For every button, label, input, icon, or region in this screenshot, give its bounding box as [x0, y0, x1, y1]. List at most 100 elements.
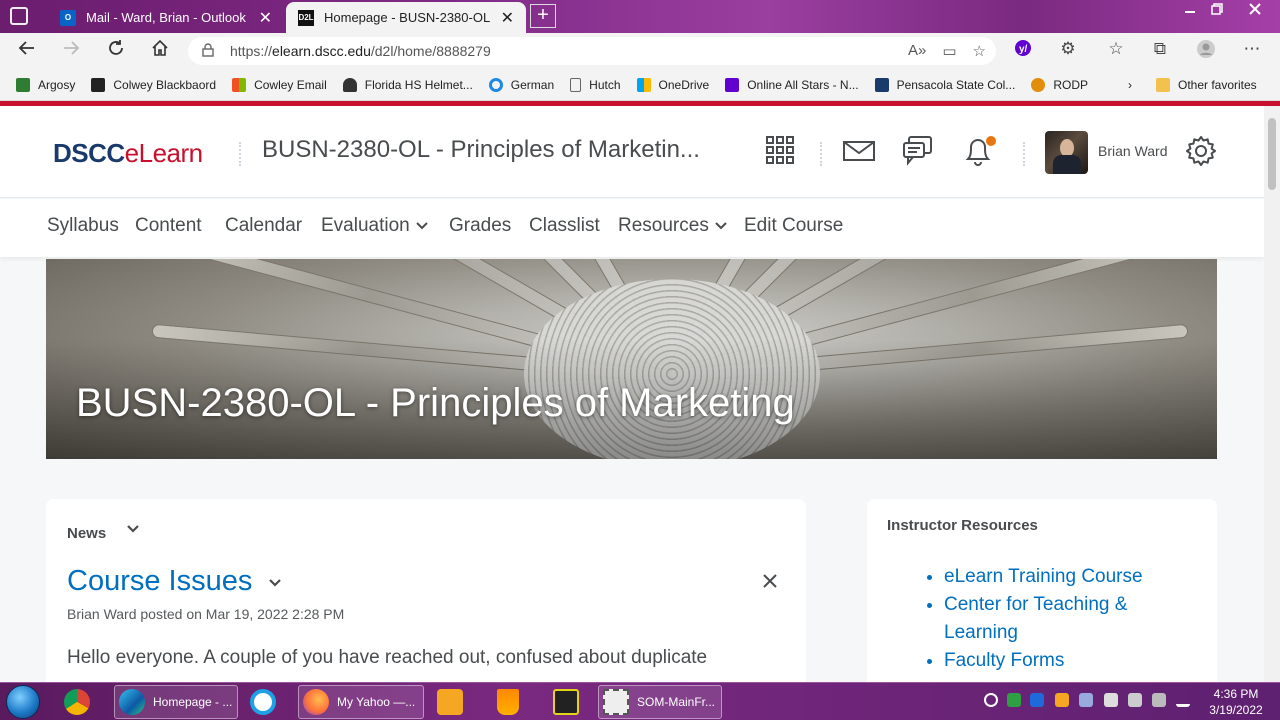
message-alerts-icon[interactable]: [901, 134, 937, 170]
scrollbar-thumb[interactable]: [1268, 118, 1276, 190]
header-divider: [1023, 142, 1025, 166]
favorite-label: Online All Stars - N...: [747, 77, 859, 92]
favorites-overflow-chevron-icon[interactable]: ›: [1128, 78, 1132, 92]
circle-icon: [488, 77, 503, 92]
chevron-down-icon: [715, 217, 727, 233]
taskbar-snip[interactable]: SOM-MainFr...: [598, 685, 722, 719]
taskbar-edge-homepage[interactable]: Homepage - ...: [114, 685, 238, 719]
news-menu-chevron-down-icon[interactable]: [126, 521, 140, 539]
tray-usb-icon[interactable]: [1152, 693, 1166, 707]
taskbar-app[interactable]: [553, 685, 587, 719]
logo-part-dscc: DSCC: [53, 138, 125, 168]
favorite-argosy[interactable]: Argosy: [16, 77, 75, 92]
favorite-german[interactable]: German: [488, 77, 554, 92]
taskbar-ie[interactable]: [250, 685, 284, 719]
link-elearn-training-course[interactable]: eLearn Training Course: [944, 563, 1174, 591]
add-favorite-icon[interactable]: ☆: [973, 42, 986, 60]
favorite-label: RODP: [1053, 77, 1088, 92]
tab-homepage[interactable]: D2L Homepage - BUSN-2380-OL - Pr ✕: [286, 2, 526, 33]
taskbar-chrome[interactable]: [64, 685, 98, 719]
close-tab-icon[interactable]: ✕: [501, 8, 514, 28]
taskbar-label: SOM-MainFr...: [637, 695, 716, 709]
immersive-reader-icon[interactable]: ▭: [942, 42, 956, 60]
favorite-label: Cowley Email: [254, 77, 327, 92]
news-headline[interactable]: Course Issues: [67, 565, 252, 598]
favorite-online-all-stars[interactable]: Online All Stars - N...: [725, 77, 859, 92]
forward-icon[interactable]: [59, 39, 83, 63]
yahoo-extension-icon[interactable]: y/: [1011, 39, 1035, 62]
page-scrollbar[interactable]: [1264, 106, 1280, 682]
collections-icon[interactable]: ⧉: [1148, 39, 1172, 59]
link-center-for-teaching[interactable]: Center for Teaching & Learning: [944, 591, 1174, 647]
nav-resources-label: Resources: [618, 215, 709, 236]
app-icon: [553, 689, 579, 715]
favorite-hutch[interactable]: Hutch: [570, 77, 621, 92]
nav-grades[interactable]: Grades: [449, 215, 511, 237]
restore-icon[interactable]: [1202, 0, 1232, 22]
address-bar[interactable]: https://elearn.dscc.edu/d2l/home/8888279…: [188, 37, 996, 65]
taskbar-firefox-yahoo[interactable]: My Yahoo —...: [298, 685, 424, 719]
mail-icon[interactable]: [842, 134, 878, 170]
news-item-chevron-down-icon[interactable]: [268, 575, 282, 593]
favorite-label: OneDrive: [658, 77, 710, 92]
dscc-elearn-logo[interactable]: DSCCeLearn: [53, 138, 203, 169]
nav-evaluation[interactable]: Evaluation: [321, 215, 428, 237]
start-button-icon[interactable]: [6, 685, 40, 719]
news-body: Hello everyone. A couple of you have rea…: [67, 647, 708, 668]
tab-outlook[interactable]: O Mail - Ward, Brian - Outlook ✕: [48, 2, 284, 33]
course-selector-grid-icon[interactable]: [764, 134, 800, 170]
header-divider: [239, 142, 241, 166]
avatar[interactable]: [1045, 131, 1088, 174]
settings-gear-icon[interactable]: [1184, 134, 1220, 170]
instructor-resources-label: Instructor Resources: [887, 517, 1038, 534]
taskbar-vlc[interactable]: [497, 685, 527, 719]
favorites-icon[interactable]: ☆: [1104, 39, 1128, 59]
back-icon[interactable]: [15, 39, 39, 63]
extensions-icon[interactable]: ⚙: [1056, 39, 1080, 59]
new-tab-button[interactable]: +: [530, 4, 556, 28]
nav-resources[interactable]: Resources: [618, 215, 727, 237]
helmet-icon: [342, 77, 357, 92]
user-name[interactable]: Brian Ward: [1098, 143, 1168, 159]
other-favorites[interactable]: Other favorites: [1155, 77, 1257, 92]
tray-check-icon[interactable]: [1007, 693, 1021, 707]
dismiss-news-close-icon[interactable]: [762, 569, 778, 595]
tray-network-icon[interactable]: [1079, 693, 1093, 707]
tab-actions-icon[interactable]: [10, 7, 28, 25]
nav-classlist[interactable]: Classlist: [529, 215, 600, 237]
home-icon[interactable]: [148, 39, 172, 63]
refresh-icon[interactable]: [104, 39, 128, 63]
profile-icon[interactable]: [1194, 39, 1218, 64]
page-icon: [570, 77, 582, 92]
course-title[interactable]: BUSN-2380-OL - Principles of Marketin...: [262, 136, 732, 164]
more-menu-icon[interactable]: ⋯: [1240, 39, 1264, 59]
tray-app-icon[interactable]: [1055, 693, 1069, 707]
favorite-cowley-email[interactable]: Cowley Email: [232, 77, 327, 92]
tray-circle-icon[interactable]: [984, 693, 998, 707]
tab-title: Mail - Ward, Brian - Outlook: [86, 10, 246, 25]
close-tab-icon[interactable]: ✕: [259, 8, 272, 28]
close-window-icon[interactable]: [1240, 0, 1270, 22]
instructor-resources-widget: Instructor Resources eLearn Training Cou…: [867, 499, 1217, 682]
favorite-onedrive[interactable]: OneDrive: [636, 77, 710, 92]
tray-gmail-icon[interactable]: [1030, 693, 1044, 707]
nav-syllabus[interactable]: Syllabus: [47, 215, 119, 237]
lock-icon[interactable]: [202, 42, 216, 60]
favorite-rodp[interactable]: RODP: [1031, 77, 1088, 92]
tray-signal-icon[interactable]: [1176, 693, 1190, 707]
chevron-down-icon: [416, 217, 428, 233]
header-divider: [820, 142, 822, 166]
tray-volume-icon[interactable]: [1128, 693, 1142, 707]
nav-edit-course[interactable]: Edit Course: [744, 215, 843, 237]
tray-battery-icon[interactable]: [1104, 693, 1118, 707]
favorite-pensacola[interactable]: Pensacola State Col...: [874, 77, 1015, 92]
read-aloud-icon[interactable]: A»: [908, 42, 926, 60]
nav-calendar[interactable]: Calendar: [225, 215, 302, 237]
favorite-blackboard[interactable]: Colwey Blackbaord: [91, 77, 216, 92]
taskbar-clock[interactable]: 4:36 PM 3/19/2022: [1196, 686, 1276, 718]
minimize-icon[interactable]: [1175, 0, 1205, 22]
favorite-florida-hs[interactable]: Florida HS Helmet...: [342, 77, 473, 92]
link-faculty-forms[interactable]: Faculty Forms: [944, 647, 1174, 675]
nav-content[interactable]: Content: [135, 215, 202, 237]
taskbar-media-player[interactable]: [437, 685, 471, 719]
